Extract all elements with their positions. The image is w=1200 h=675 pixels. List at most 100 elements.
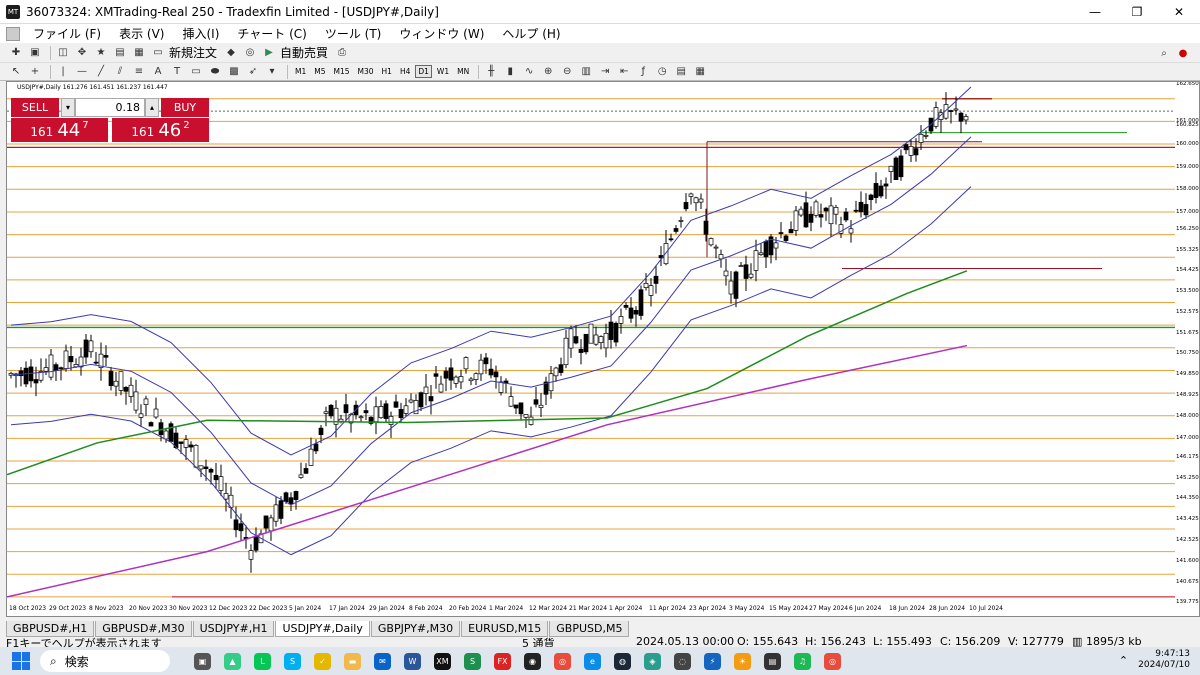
lot-size-input[interactable]: 0.18 — [75, 98, 145, 117]
zoom-in-icon[interactable]: ⊕ — [540, 65, 556, 79]
label-icon[interactable]: T — [169, 65, 185, 79]
objects-icon[interactable]: ▦ — [692, 65, 708, 79]
menu-insert[interactable]: 挿入(I) — [173, 25, 228, 42]
mail-icon[interactable]: ✉ — [374, 652, 391, 670]
lot-decrease-button[interactable]: ▾ — [61, 98, 75, 117]
zoom-out-icon[interactable]: ⊖ — [559, 65, 575, 79]
fibonacci-icon[interactable]: ≡ — [131, 65, 147, 79]
timeframe-h1[interactable]: H1 — [379, 65, 395, 78]
tab-gbpusd-m30[interactable]: GBPUSD#,M30 — [95, 621, 192, 637]
metaeditor-icon[interactable]: ◆ — [223, 46, 239, 60]
autoscroll-icon[interactable]: ⇥ — [597, 65, 613, 79]
timeframe-h4[interactable]: H4 — [397, 65, 413, 78]
trendline-icon[interactable]: ╱ — [93, 65, 109, 79]
timeframe-m15[interactable]: M15 — [331, 65, 353, 78]
timeframe-m30[interactable]: M30 — [355, 65, 377, 78]
signals-icon[interactable]: ◎ — [242, 46, 258, 60]
spotify-icon[interactable]: ♫ — [794, 652, 811, 670]
widgets-icon[interactable]: ▲ — [224, 652, 241, 670]
periods-icon[interactable]: ◷ — [654, 65, 670, 79]
rectangle-icon[interactable]: ▭ — [188, 65, 204, 79]
word-icon[interactable]: W — [404, 652, 421, 670]
menu-view[interactable]: 表示 (V) — [110, 25, 173, 42]
chart-shift-icon[interactable]: ⇤ — [616, 65, 632, 79]
timeframe-d1[interactable]: D1 — [415, 65, 432, 78]
app-icon[interactable]: ◈ — [644, 652, 661, 670]
github-icon[interactable]: ◉ — [524, 652, 541, 670]
notification-icon[interactable]: ● — [1175, 46, 1191, 60]
navigator-icon[interactable]: ★ — [93, 46, 109, 60]
chrome-icon[interactable]: ◎ — [824, 652, 841, 670]
folder-icon[interactable]: ▬ — [344, 652, 361, 670]
clock[interactable]: 9:47:13 2024/07/10 — [1138, 649, 1190, 671]
date-axis[interactable]: 18 Oct 2023 29 Oct 2023 8 Nov 2023 20 Nov 2… — [7, 602, 1177, 616]
chrome-icon[interactable]: ◎ — [554, 652, 571, 670]
new-order-button[interactable]: ▭ 新規注文 — [150, 44, 217, 61]
sell-price[interactable]: 161 44 7 — [11, 118, 108, 142]
tab-gbpusd-h1[interactable]: GBPUSD#,H1 — [6, 621, 95, 637]
tab-gbpusd-m5[interactable]: GBPUSD,M5 — [549, 621, 630, 637]
terminal-icon[interactable]: ▤ — [112, 46, 128, 60]
pattern-icon[interactable]: ▩ — [226, 65, 242, 79]
timeframe-mn[interactable]: MN — [454, 65, 472, 78]
text-icon[interactable]: A — [150, 65, 166, 79]
lot-increase-button[interactable]: ▴ — [145, 98, 159, 117]
market-watch-icon[interactable]: ◫ — [55, 46, 71, 60]
start-icon[interactable] — [12, 652, 30, 670]
tab-usdjpy-h1[interactable]: USDJPY#,H1 — [192, 621, 275, 637]
todo-icon[interactable]: ✓ — [314, 652, 331, 670]
minimize-button[interactable]: — — [1074, 0, 1116, 24]
more-tools-icon[interactable]: ▾ — [264, 65, 280, 79]
taskbar-search[interactable]: ⌕ 検索 — [40, 650, 170, 672]
chevron-up-icon[interactable]: ⌃ — [1119, 654, 1128, 667]
timeframe-w1[interactable]: W1 — [434, 65, 452, 78]
bolt-icon[interactable]: ⚡ — [704, 652, 721, 670]
channel-icon[interactable]: ⫽ — [112, 65, 128, 79]
menu-file[interactable]: ファイル (F) — [24, 25, 110, 42]
app-icon[interactable]: ▤ — [764, 652, 781, 670]
chart-window[interactable]: USDJPY#,Daily 161.276 161.451 161.237 16… — [6, 81, 1200, 617]
app-icon[interactable]: ◌ — [674, 652, 691, 670]
task-view-icon[interactable]: ▣ — [194, 652, 211, 670]
timeframe-m5[interactable]: M5 — [311, 65, 328, 78]
menu-help[interactable]: ヘルプ (H) — [493, 25, 569, 42]
buy-button[interactable]: BUY — [161, 98, 209, 117]
vertical-line-icon[interactable]: | — [55, 65, 71, 79]
sun-icon[interactable]: ☀ — [734, 652, 751, 670]
menu-chart[interactable]: チャート (C) — [228, 25, 315, 42]
search-icon[interactable]: ⌕ — [1156, 46, 1172, 60]
new-chart-icon[interactable]: ✚ — [8, 46, 24, 60]
strategy-tester-icon[interactable]: ▦ — [131, 46, 147, 60]
indicators-icon[interactable]: ƒ — [635, 65, 651, 79]
tile-icon[interactable]: ▥ — [578, 65, 594, 79]
spreadsheet-icon[interactable]: S — [464, 652, 481, 670]
arrow-icon[interactable]: ➶ — [245, 65, 261, 79]
steam-icon[interactable]: ◍ — [614, 652, 631, 670]
fx-icon[interactable]: FX — [494, 652, 511, 670]
sell-button[interactable]: SELL — [11, 98, 59, 117]
price-scale[interactable]: 162.650 161.000 160.825 160.000 159.000 158.0… — [1175, 82, 1199, 605]
ellipse-icon[interactable]: ⬬ — [207, 65, 223, 79]
xm-icon[interactable]: XM — [434, 652, 451, 670]
tab-eurusd-m15[interactable]: EURUSD,M15 — [461, 621, 549, 637]
bar-chart-icon[interactable]: ╫ — [483, 65, 499, 79]
data-window-icon[interactable]: ✥ — [74, 46, 90, 60]
menu-window[interactable]: ウィンドウ (W) — [390, 25, 493, 42]
line-chart-icon[interactable]: ∿ — [521, 65, 537, 79]
crosshair-icon[interactable]: + — [27, 65, 43, 79]
timeframe-m1[interactable]: M1 — [292, 65, 309, 78]
document-icon[interactable] — [6, 26, 20, 41]
profiles-icon[interactable]: ▣ — [27, 46, 43, 60]
tab-usdjpy-daily[interactable]: USDJPY#,Daily — [275, 621, 370, 637]
templates-icon[interactable]: ▤ — [673, 65, 689, 79]
auto-trading-button[interactable]: ▶ 自動売買 — [261, 44, 328, 61]
horizontal-line-icon[interactable]: — — [74, 65, 90, 79]
buy-price[interactable]: 161 46 2 — [112, 118, 209, 142]
cursor-icon[interactable]: ↖ — [8, 65, 24, 79]
print-icon[interactable]: ⎙ — [334, 46, 350, 60]
tab-gbpjpy-m30[interactable]: GBPJPY#,M30 — [370, 621, 461, 637]
menu-tools[interactable]: ツール (T) — [316, 25, 391, 42]
line-app-icon[interactable]: L — [254, 652, 271, 670]
maximize-button[interactable]: ❐ — [1116, 0, 1158, 24]
edge-icon[interactable]: e — [584, 652, 601, 670]
